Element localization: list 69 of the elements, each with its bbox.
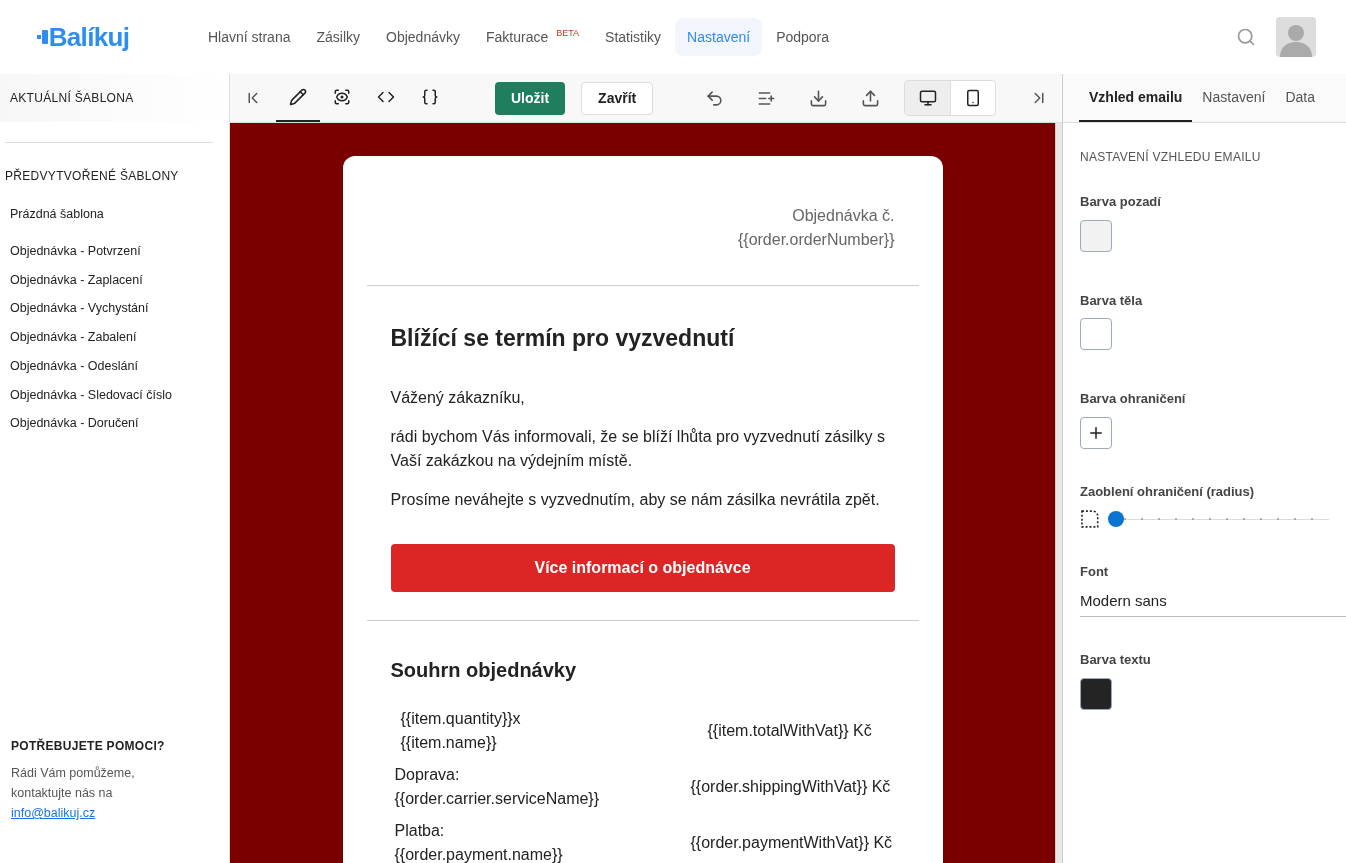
add-color-button[interactable] — [1080, 416, 1112, 449]
summary-value: {{item.totalWithVat}} Kč — [707, 720, 872, 741]
view-toggle[interactable] — [950, 81, 996, 115]
greeting: Vážený zákazníku, — [390, 387, 526, 408]
help-heading: POTŘEBUJETE POMOCI? — [11, 737, 166, 755]
section-heading: PŘEDVYTVOŘENÉ ŠABLONY — [4, 167, 180, 185]
template-item[interactable]: Objednávka - Doručení — [0, 414, 229, 433]
color-swatch[interactable] — [1080, 219, 1112, 252]
template-item[interactable]: Objednávka - Potvrzení — [0, 241, 229, 261]
summary-label: {{item.name}} — [400, 732, 498, 753]
settings-heading: NASTAVENÍ VZHLEDU EMAILU — [1080, 148, 1262, 166]
summary-title: Souhrn objednávky — [390, 657, 578, 683]
braces-icon — [421, 88, 439, 106]
nav-link[interactable]: Statistiky — [593, 18, 674, 56]
summary-label: {{item.quantity}}x — [400, 708, 522, 729]
panel-tab[interactable]: Data — [1275, 74, 1325, 122]
paragraph: Prosíme neváhejte s vyzvednutím, aby se nám zásilka nevrátila zpět. — [390, 489, 881, 510]
font-select[interactable]: Modern sans — [1080, 589, 1346, 617]
summary-label: {{order.payment.name}} — [394, 844, 564, 863]
email-title: Blížící se termín pro vyzvednutí — [390, 324, 736, 353]
panel-tab[interactable]: Vzhled emailu — [1079, 74, 1193, 122]
corner-radius-icon — [1080, 509, 1100, 529]
nav-link[interactable]: Podpora — [764, 18, 842, 56]
field-label: Barva pozadí — [1080, 193, 1162, 211]
user-icon — [1280, 23, 1312, 57]
email-link[interactable]: info@balikuj.cz — [11, 806, 96, 820]
close-button[interactable]: Zavřít — [581, 81, 654, 115]
upload-icon[interactable] — [861, 88, 881, 108]
field-label: Barva těla — [1080, 291, 1144, 310]
paragraph: rádi bychom Vás informovali, že se blíží lhůta pro vyzvednutí zásilky s Vaší zakázkou na výdejním místě. — [390, 426, 886, 471]
field-label: Barva ohraničení — [1080, 390, 1187, 408]
template-item[interactable]: Objednávka - Zabalení — [0, 328, 229, 347]
color-swatch[interactable] — [1080, 677, 1112, 710]
summary-value: {{order.paymentWithVat}} Kč — [690, 832, 893, 853]
nav-link[interactable]: Zásilky — [304, 18, 373, 56]
logo-icon — [36, 30, 49, 44]
help-text: Rádi Vám pomůžeme, kontaktujte nás na — [11, 766, 135, 800]
order-label: Objednávka č. — [792, 206, 895, 226]
section-heading: AKTUÁLNÍ ŠABLONA — [10, 89, 134, 107]
panel-tab[interactable]: Nastavení — [1192, 74, 1276, 122]
search-icon[interactable] — [1236, 27, 1256, 47]
nav-link[interactable]: Hlavní strana — [196, 18, 303, 56]
undo-icon[interactable] — [705, 88, 725, 108]
monitor-icon — [918, 89, 937, 107]
nav-link[interactable]: Objednávky — [374, 18, 472, 56]
template-item[interactable]: Objednávka - Zaplacení — [0, 270, 229, 290]
order-info-button[interactable]: Více informací o objednávce — [390, 543, 895, 592]
template-item[interactable]: Objednávka - Vychystání — [0, 299, 229, 318]
pencil-icon — [289, 88, 307, 106]
slider-track[interactable] — [1107, 509, 1329, 529]
template-item[interactable]: Prázdná šablona — [0, 205, 229, 224]
save-button[interactable]: Uložit — [495, 81, 566, 115]
field-label: Zaoblení ohraničení (radius) — [1080, 482, 1256, 501]
template-item[interactable]: Objednávka - Odeslání — [0, 356, 229, 376]
eye-icon — [333, 88, 351, 106]
summary-label: Doprava: — [394, 764, 461, 785]
nav-link[interactable]: Fakturace $^{BETA}$ — [474, 18, 592, 56]
summary-label: {{order.carrier.serviceName}} — [394, 788, 601, 809]
order-number: {{order.orderNumber}} — [737, 230, 895, 250]
summary-label: Platba: — [394, 820, 446, 841]
slider-thumb[interactable] — [1107, 511, 1124, 527]
color-swatch[interactable] — [1080, 318, 1112, 350]
field-label: Font — [1080, 563, 1110, 581]
download-icon[interactable] — [809, 88, 829, 108]
scrollbar[interactable] — [1055, 123, 1062, 863]
template-item[interactable]: Objednávka - Sledovací číslo — [0, 385, 229, 405]
view-toggle[interactable] — [905, 81, 951, 115]
summary-value: {{order.shippingWithVat}} Kč — [690, 776, 891, 797]
field-label: Barva textu — [1080, 651, 1152, 669]
